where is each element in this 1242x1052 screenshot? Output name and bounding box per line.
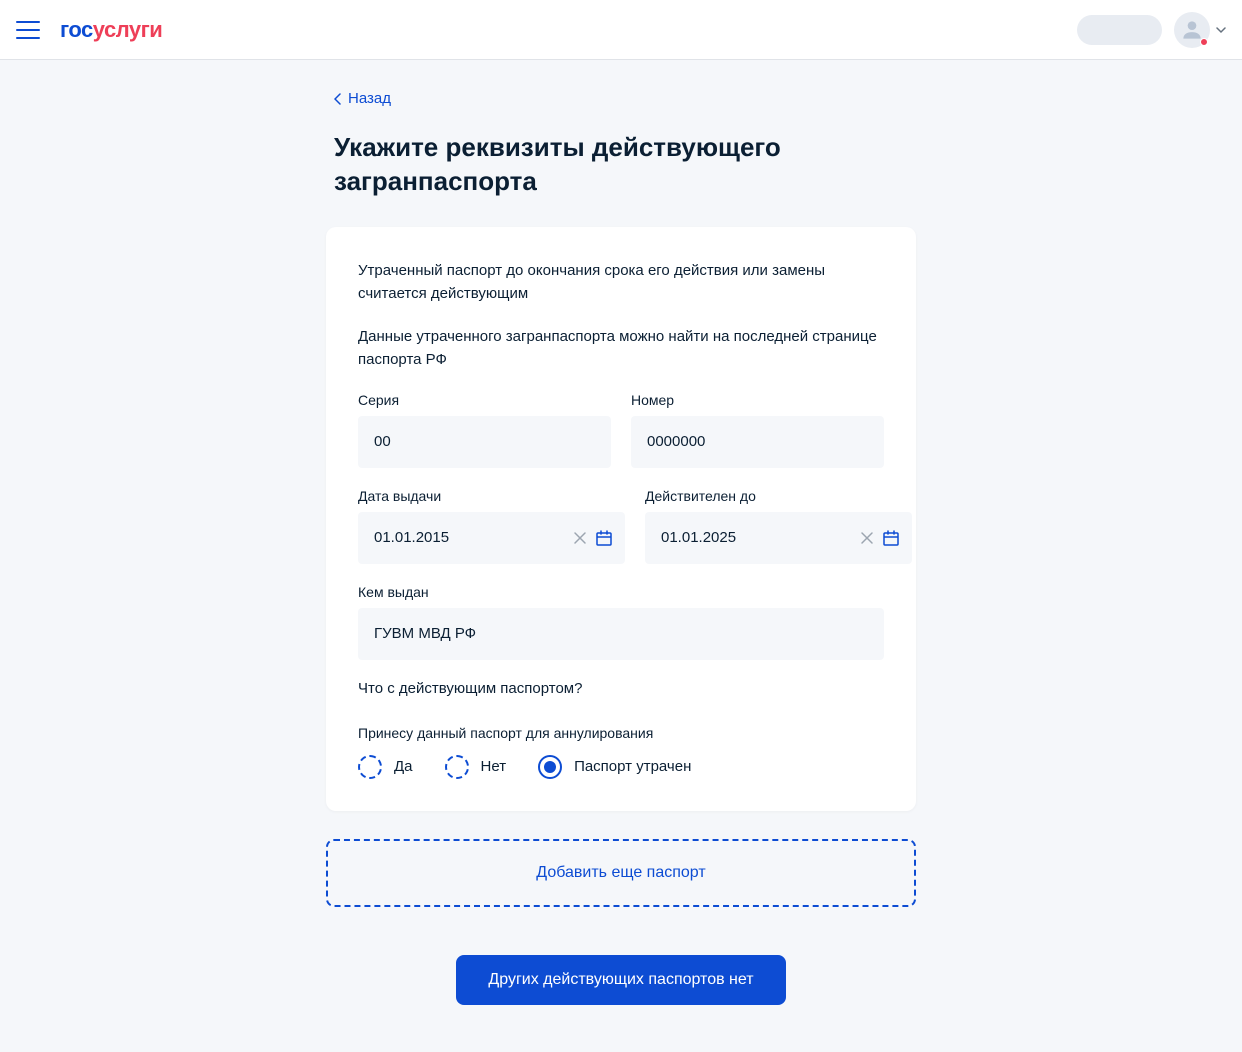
- radio-lost-label: Паспорт утрачен: [574, 758, 691, 775]
- passport-status-question: Что с действующим паспортом?: [358, 680, 884, 697]
- menu-icon[interactable]: [16, 21, 40, 39]
- back-link[interactable]: Назад: [334, 90, 916, 107]
- valid-until-input[interactable]: [661, 529, 860, 546]
- series-input[interactable]: [358, 416, 611, 468]
- radio-circle: [358, 755, 382, 779]
- notification-dot: [1200, 38, 1208, 46]
- add-passport-button[interactable]: Добавить еще паспорт: [326, 839, 916, 907]
- issue-date-input[interactable]: [374, 529, 573, 546]
- info-text-1: Утраченный паспорт до окончания срока ег…: [358, 259, 884, 306]
- radio-yes-label: Да: [394, 758, 413, 775]
- logo-part2: услуги: [93, 17, 163, 42]
- calendar-icon[interactable]: [595, 529, 613, 547]
- clear-icon[interactable]: [860, 531, 874, 545]
- header: госуслуги: [0, 0, 1242, 60]
- search-placeholder[interactable]: [1077, 15, 1162, 45]
- user-menu[interactable]: [1174, 12, 1226, 48]
- clear-icon[interactable]: [573, 531, 587, 545]
- logo-part1: гос: [60, 17, 93, 42]
- radio-lost[interactable]: Паспорт утрачен: [538, 755, 691, 779]
- page-title: Укажите реквизиты действующего загранпас…: [334, 131, 916, 199]
- info-text-2: Данные утраченного загранпаспорта можно …: [358, 325, 884, 372]
- chevron-left-icon: [334, 93, 342, 105]
- radio-no-label: Нет: [481, 758, 507, 775]
- radio-yes[interactable]: Да: [358, 755, 413, 779]
- number-label: Номер: [631, 392, 884, 408]
- radio-no[interactable]: Нет: [445, 755, 507, 779]
- logo[interactable]: госуслуги: [60, 17, 162, 43]
- radio-group: Да Нет Паспорт утрачен: [358, 755, 884, 779]
- calendar-icon[interactable]: [882, 529, 900, 547]
- chevron-down-icon: [1216, 25, 1226, 35]
- issue-date-label: Дата выдачи: [358, 488, 625, 504]
- number-input[interactable]: [631, 416, 884, 468]
- avatar: [1174, 12, 1210, 48]
- radio-circle: [445, 755, 469, 779]
- issued-by-input[interactable]: [358, 608, 884, 660]
- series-label: Серия: [358, 392, 611, 408]
- header-left: госуслуги: [16, 17, 162, 43]
- main-content: Назад Укажите реквизиты действующего заг…: [326, 60, 916, 1005]
- passport-card: Утраченный паспорт до окончания срока ег…: [326, 227, 916, 811]
- no-more-passports-button[interactable]: Других действующих паспортов нет: [456, 955, 785, 1005]
- radio-circle-selected: [538, 755, 562, 779]
- back-label: Назад: [348, 90, 391, 107]
- issued-by-label: Кем выдан: [358, 584, 884, 600]
- valid-until-label: Действителен до: [645, 488, 912, 504]
- radio-group-label: Принесу данный паспорт для аннулирования: [358, 725, 884, 741]
- header-right: [1077, 12, 1226, 48]
